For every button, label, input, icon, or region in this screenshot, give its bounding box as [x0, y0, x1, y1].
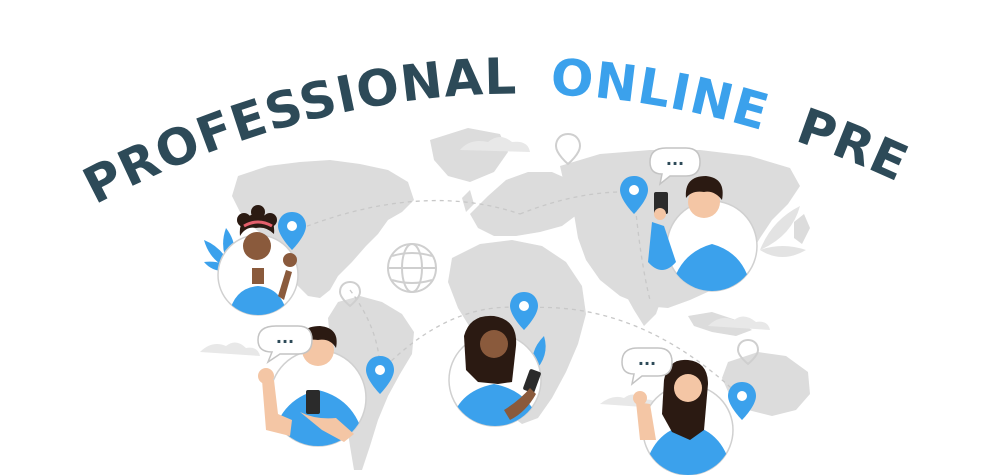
- speech-bubble-dots: ...: [666, 150, 684, 169]
- speech-bubble-dots: ...: [276, 328, 294, 347]
- globe-icon: [387, 243, 437, 293]
- waving-hand: [258, 368, 274, 384]
- speech-bubble-dots: ...: [638, 350, 656, 369]
- cloud-2: [200, 342, 260, 356]
- location-pin-icon-grey-1: [554, 132, 582, 166]
- avatar-head: [243, 232, 271, 260]
- avatar-head: [480, 330, 508, 358]
- avatar-head: [674, 374, 702, 402]
- waving-hand: [283, 253, 297, 267]
- waving-hand: [633, 391, 647, 405]
- illustration-canvas: PROFESSIONAL ONLINE PRESENCE: [0, 0, 916, 475]
- greenland-shape: [430, 128, 508, 182]
- japan-shape: [794, 214, 810, 244]
- phone-icon: [306, 390, 320, 414]
- uk-shape: [462, 190, 474, 212]
- headline-word-online: ONLINE: [549, 48, 775, 142]
